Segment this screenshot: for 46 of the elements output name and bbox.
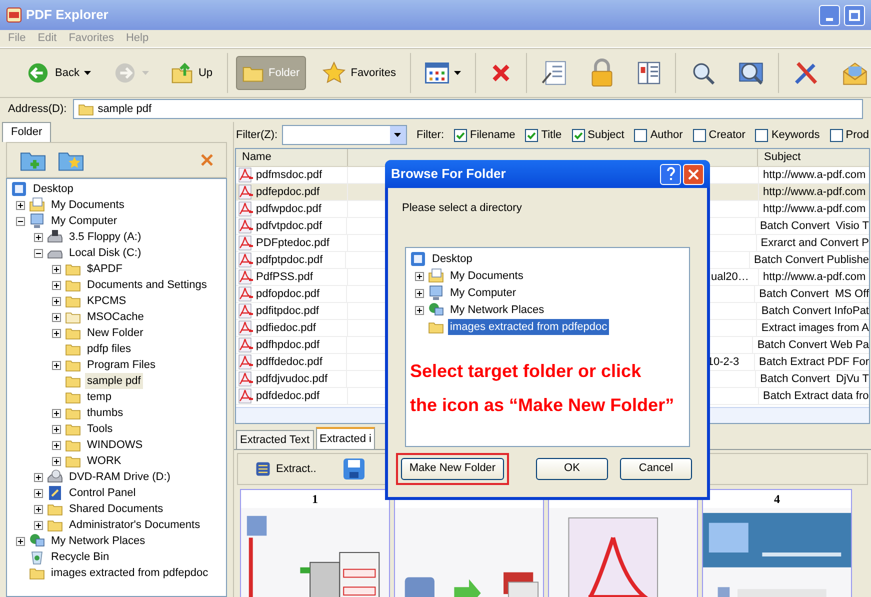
annotation-text: Select target folder or click	[410, 360, 642, 382]
checkbox-label: Author	[650, 128, 683, 143]
table-cell-text: PDFptedoc.pdf	[256, 236, 330, 251]
filter-fields-label: Filter:	[416, 128, 444, 143]
thumbnail-number: 1	[312, 491, 318, 508]
window-title: PDF Explorer	[26, 6, 110, 24]
table-cell-text: pdfitpdoc.pdf	[256, 304, 319, 319]
table-cell: Batch Convert Web Pa	[752, 336, 869, 354]
table-cell: Extract images from A	[756, 320, 869, 336]
table-cell: Batch Convert MS Off	[754, 286, 869, 302]
table-cell: http://www.a-pdf.com	[758, 200, 869, 218]
table-cell: Batch Convert DjVu T	[755, 370, 869, 388]
thumbnail-number: 4	[774, 491, 780, 508]
table-cell: Batch Convert Publishe	[749, 252, 869, 268]
address-label: Address(D):	[8, 102, 67, 117]
table-cell-text: pdfvtpdoc.pdf	[256, 218, 322, 234]
checkbox-label: Title	[541, 128, 562, 143]
table-cell: Batch Extract PDF For	[754, 354, 869, 370]
checkbox-label: Keywords	[771, 128, 820, 143]
table-cell: Exrarct and Convert P	[756, 234, 869, 252]
table-cell-text: pdfptpdoc.pdf	[256, 252, 323, 268]
annotation-text: the icon as “Make New Folder”	[410, 394, 676, 416]
table-cell: Batch Convert InfoPat	[756, 302, 869, 320]
checkbox-label: Creator	[708, 128, 746, 143]
table-cell-text: pdffdedoc.pdf	[256, 354, 322, 370]
dialog-title: Browse For Folder	[391, 165, 507, 184]
table-cell-text: pdfdjvudoc.pdf	[256, 372, 328, 387]
table-cell-text: pdfopdoc.pdf	[256, 286, 320, 302]
table-cell-text: pdfdedoc.pdf	[256, 388, 320, 404]
table-cell: http://www.a-pdf.com	[758, 268, 869, 286]
filter-label: Filter(Z):	[236, 128, 278, 143]
table-cell-text: pdfwpdoc.pdf	[256, 202, 322, 217]
table-cell-text: pdfiedoc.pdf	[256, 320, 316, 336]
table-cell-text: pdfepdoc.pdf	[256, 184, 320, 200]
checkbox-label: Prod	[846, 128, 869, 143]
table-cell-text: PdfPSS.pdf	[256, 270, 313, 285]
table-cell-text: pdfhpdoc.pdf	[256, 338, 320, 353]
checkbox-label: Subject	[588, 128, 624, 143]
table-cell: http://www.a-pdf.com	[758, 167, 869, 184]
table-cell: http://www.a-pdf.com	[758, 184, 869, 200]
table-cell: Batch Extract data fro	[758, 388, 869, 404]
dialog-prompt: Please select a directory	[402, 201, 523, 216]
table-cell: Batch Convert Visio T	[754, 218, 869, 234]
table-cell-text: ual20…	[711, 270, 749, 285]
table-cell-text: pdfmsdoc.pdf	[256, 168, 322, 183]
checkbox-label: Filename	[470, 128, 516, 143]
